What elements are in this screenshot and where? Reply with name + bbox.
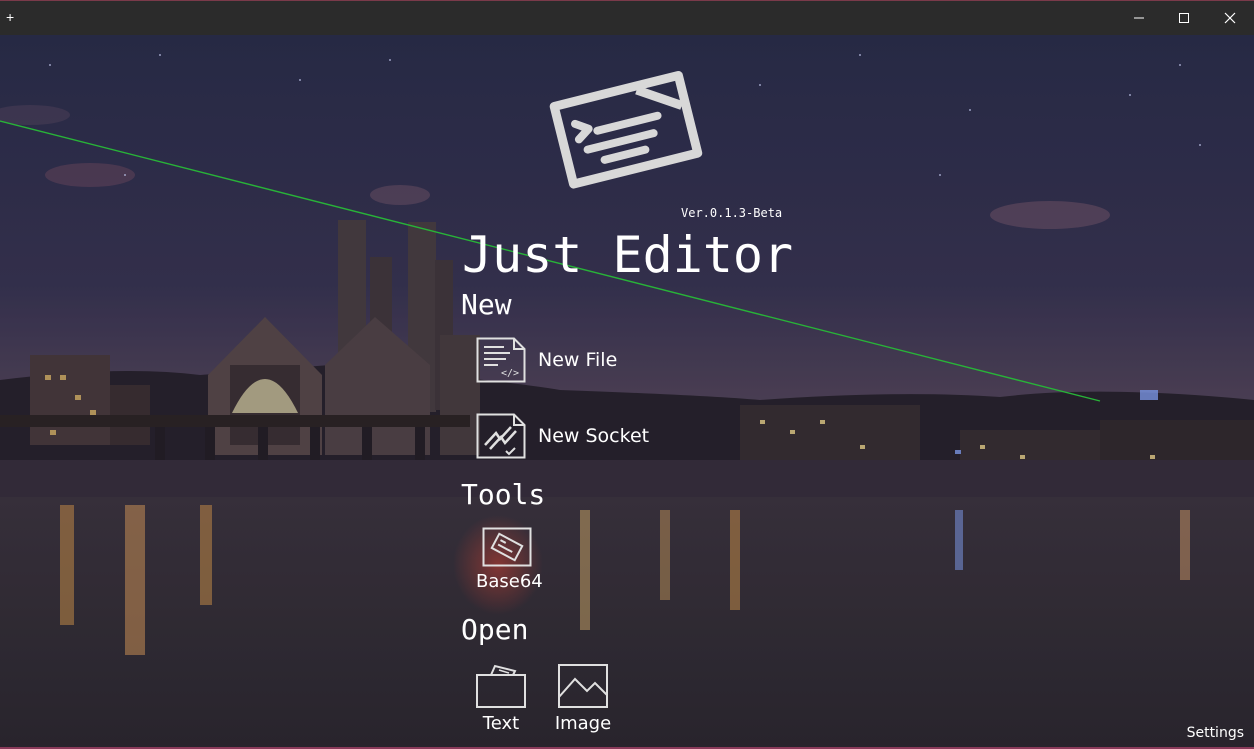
new-file-icon: </> — [476, 337, 526, 383]
minimize-icon — [1134, 17, 1144, 19]
base64-icon — [482, 527, 532, 567]
folder-icon — [476, 664, 526, 708]
maximize-button[interactable] — [1161, 1, 1207, 35]
open-image-button[interactable]: Image — [553, 663, 613, 734]
section-new-heading: New — [461, 288, 512, 321]
section-open-heading: Open — [461, 613, 529, 646]
settings-button[interactable]: Settings — [1187, 725, 1244, 741]
editor-logo-icon — [549, 70, 703, 189]
close-button[interactable] — [1207, 1, 1253, 35]
new-file-label: New File — [538, 349, 618, 371]
close-icon — [1224, 12, 1236, 24]
base64-label: Base64 — [476, 571, 543, 592]
open-image-label: Image — [554, 713, 612, 734]
open-text-button[interactable]: Text — [474, 663, 528, 734]
svg-text:</>: </> — [501, 368, 519, 379]
section-tools-heading: Tools — [461, 478, 546, 511]
socket-icon — [476, 413, 526, 459]
open-text-label: Text — [482, 713, 520, 734]
app-title: Just Editor — [462, 226, 794, 284]
new-tab-button[interactable]: + — [6, 9, 14, 25]
base64-tool-button[interactable]: Base64 — [476, 527, 543, 592]
version-label: Ver.0.1.3-Beta — [681, 206, 783, 220]
title-bar: + — [0, 0, 1254, 35]
new-socket-button[interactable]: New Socket — [476, 413, 649, 459]
new-socket-label: New Socket — [538, 425, 650, 447]
maximize-icon — [1179, 13, 1189, 23]
image-icon — [558, 664, 608, 708]
minimize-button[interactable] — [1116, 1, 1162, 35]
new-file-button[interactable]: </> New File — [476, 337, 617, 383]
